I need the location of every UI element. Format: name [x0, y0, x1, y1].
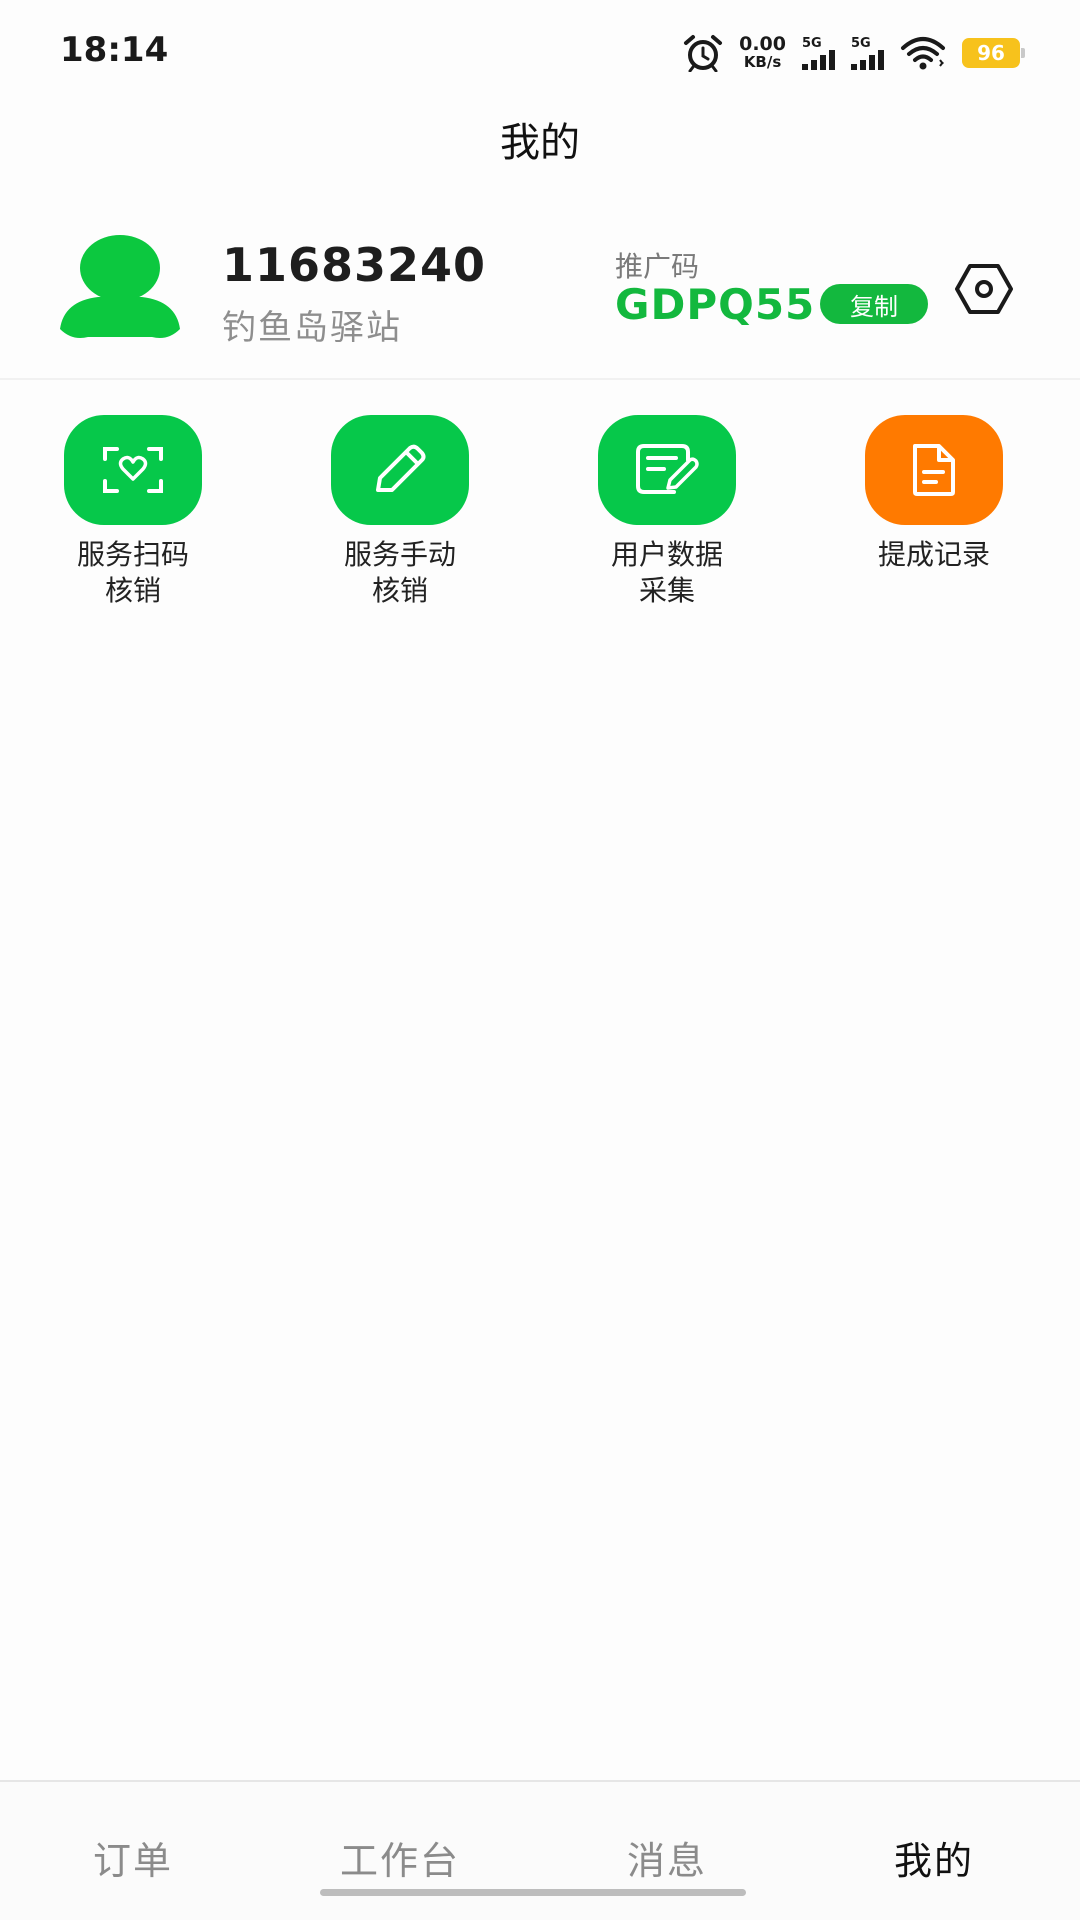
- action-manual-verify[interactable]: 服务手动 核销: [300, 415, 500, 609]
- signal-label: 5G: [851, 35, 871, 51]
- action-tile: [865, 415, 1003, 525]
- station-name: 钓鱼岛驿站: [222, 308, 402, 348]
- action-user-data-collect[interactable]: 用户数据 采集: [567, 415, 767, 609]
- wifi-icon: [900, 36, 946, 70]
- action-label-line1: 服务手动: [343, 538, 456, 571]
- action-commission-records[interactable]: 提成记录: [834, 415, 1034, 573]
- user-avatar-icon: [58, 235, 182, 340]
- action-label: 服务扫码 核销: [43, 537, 223, 609]
- action-label-line1: 服务扫码: [76, 538, 189, 571]
- status-icons: 0.00 KB/s 5G 5G 96: [683, 30, 1025, 76]
- action-label-line2: 核销: [104, 574, 161, 607]
- scan-heart-icon: [103, 447, 163, 493]
- divider: [0, 378, 1080, 380]
- signal-bars: [802, 49, 835, 70]
- action-label-line1: 用户数据: [610, 538, 723, 571]
- battery-level: 96: [977, 41, 1005, 65]
- battery-icon: 96: [962, 38, 1025, 68]
- document-icon: [913, 444, 955, 496]
- settings-icon[interactable]: [955, 263, 1013, 315]
- nav-item-orders[interactable]: 订单: [33, 1830, 233, 1885]
- action-label-line2: 核销: [371, 574, 428, 607]
- alarm-icon: [683, 34, 723, 72]
- network-speed-value: 0.00: [739, 33, 786, 55]
- action-label-line2: 采集: [638, 574, 695, 607]
- action-scan-verify[interactable]: 服务扫码 核销: [33, 415, 233, 609]
- bottom-nav: 订单 工作台 消息 我的: [0, 1780, 1080, 1920]
- screen: 18:14 0.00 KB/s 5G 5G 96 我的 11683240 钓鱼岛…: [0, 0, 1080, 1920]
- signal-icon: 5G: [802, 37, 835, 70]
- status-time: 18:14: [60, 30, 169, 70]
- network-speed-unit: KB/s: [743, 53, 782, 71]
- action-label: 用户数据 采集: [577, 537, 757, 609]
- nav-item-messages[interactable]: 消息: [567, 1830, 767, 1885]
- action-label: 提成记录: [844, 537, 1024, 573]
- status-bar: 18:14 0.00 KB/s 5G 5G 96: [0, 0, 1080, 100]
- page-title: 我的: [500, 120, 580, 166]
- signal-bars: [851, 49, 884, 70]
- home-indicator[interactable]: [320, 1889, 746, 1896]
- nav-item-workbench[interactable]: 工作台: [300, 1830, 500, 1885]
- action-tile: [331, 415, 469, 525]
- signal-icon: 5G: [851, 37, 884, 70]
- user-id: 11683240: [222, 238, 487, 292]
- nav-item-mine[interactable]: 我的: [834, 1830, 1034, 1885]
- promo-code-label: 推广码: [615, 250, 700, 283]
- action-label: 服务手动 核销: [310, 537, 490, 609]
- action-tile: [64, 415, 202, 525]
- copy-button[interactable]: 复制: [820, 284, 928, 324]
- action-tile: [598, 415, 736, 525]
- promo-code: GDPQ55: [615, 280, 816, 329]
- profile-card: 11683240 钓鱼岛驿站 推广码 GDPQ55 复制: [0, 180, 1080, 385]
- edit-card-icon: [636, 444, 699, 494]
- action-label-line1: 提成记录: [877, 538, 990, 571]
- network-speed: 0.00 KB/s: [739, 35, 786, 71]
- pencil-icon: [376, 444, 426, 492]
- signal-label: 5G: [802, 35, 822, 51]
